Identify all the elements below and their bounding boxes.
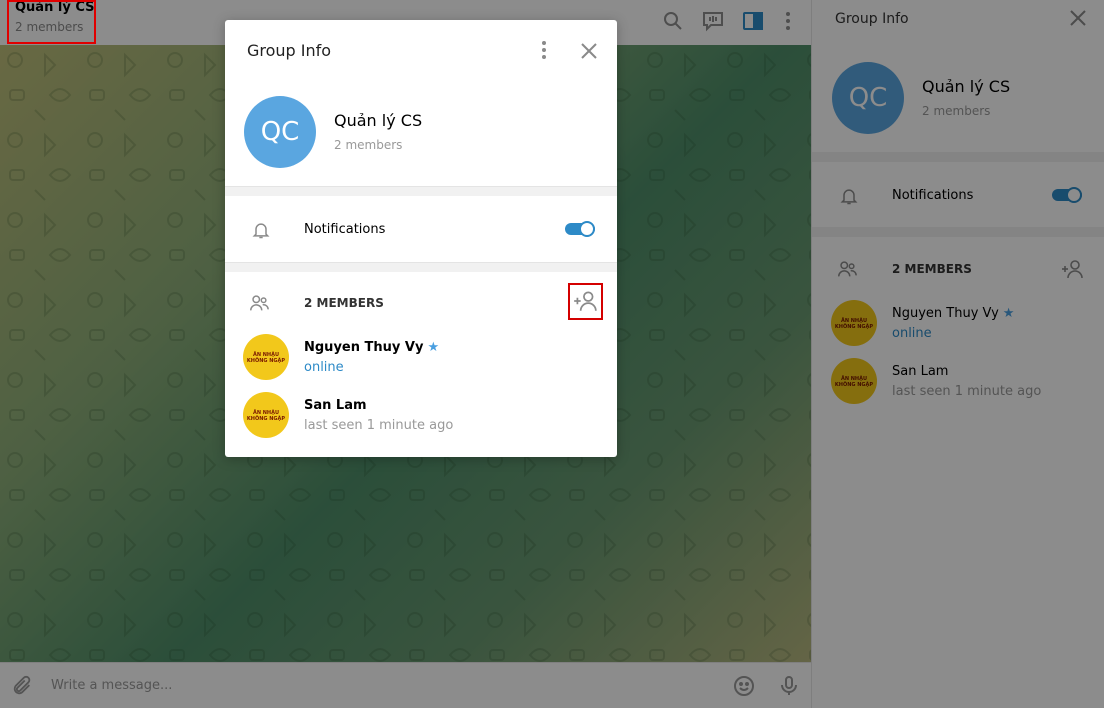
- group-info-modal: Group Info QC Quản lý CS 2 members Notif…: [225, 20, 617, 457]
- member-avatar[interactable]: ĂN NHẬU KHÔNG NGẬP: [243, 392, 289, 438]
- notifications-toggle[interactable]: [564, 220, 596, 238]
- panel-backdrop[interactable]: [811, 0, 1104, 708]
- group-avatar[interactable]: QC: [244, 96, 316, 168]
- modal-title: Group Info: [247, 41, 332, 60]
- member-name-text: Nguyen Thuy Vy: [304, 340, 424, 355]
- close-icon[interactable]: [580, 42, 598, 60]
- member-name[interactable]: San Lam: [304, 398, 367, 413]
- member-avatar-label: ĂN NHẬU KHÔNG NGẬP: [246, 410, 286, 422]
- member-avatar[interactable]: ĂN NHẬU KHÔNG NGẬP: [243, 334, 289, 380]
- section-divider: [225, 262, 617, 272]
- member-status: last seen 1 minute ago: [304, 418, 454, 433]
- add-member-icon[interactable]: [572, 288, 598, 314]
- member-name[interactable]: Nguyen Thuy Vy ★: [304, 340, 439, 355]
- member-avatar-label: ĂN NHẬU KHÔNG NGẬP: [246, 352, 286, 364]
- group-name: Quản lý CS: [334, 111, 423, 130]
- section-divider: [225, 186, 617, 196]
- group-member-count: 2 members: [334, 138, 403, 152]
- notifications-label: Notifications: [304, 222, 386, 237]
- bell-icon: [252, 223, 270, 239]
- member-status: online: [304, 360, 344, 375]
- more-vertical-icon[interactable]: [538, 40, 550, 60]
- star-icon: ★: [427, 340, 440, 355]
- chat-title-highlight-overlay: [7, 0, 96, 44]
- members-icon: [250, 295, 269, 311]
- members-header: 2 MEMBERS: [304, 296, 384, 310]
